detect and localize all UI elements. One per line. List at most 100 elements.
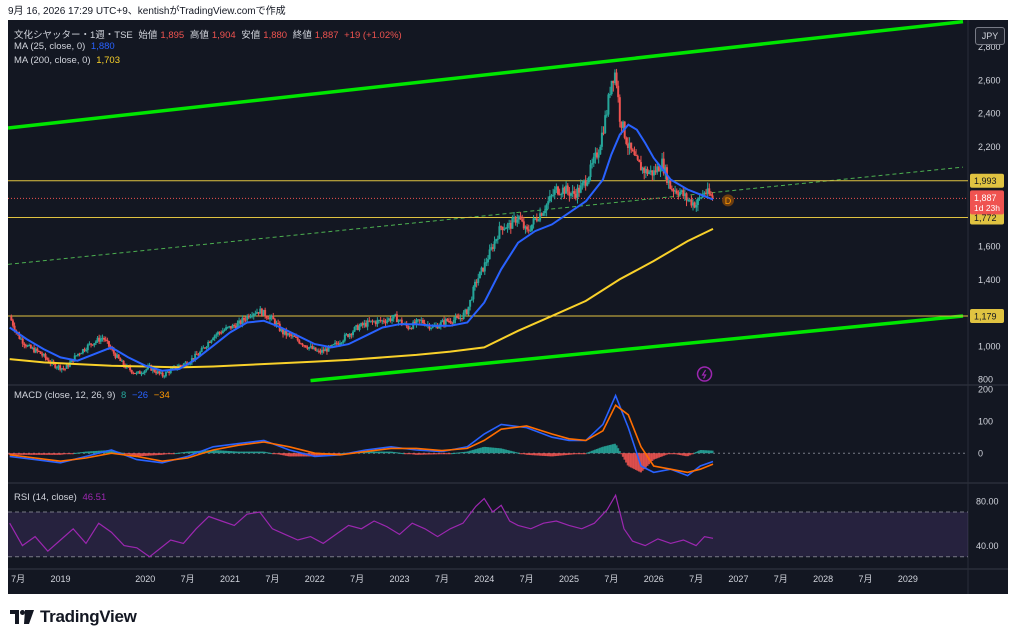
candle-body [597,154,600,158]
candle-body [391,318,394,321]
candle-body [579,185,582,193]
candle-body [675,190,678,194]
time-tick-label: 2028 [813,574,833,584]
tradingview-logo[interactable]: TradingView [10,607,137,627]
candle-body [142,373,145,375]
candle-body [493,241,496,249]
rsi-legend[interactable]: RSI (14, close) 46.51 [14,492,109,503]
price-tick-label: 800 [978,375,993,385]
candle-body [526,226,529,230]
candle-body [107,341,110,347]
candle-body [548,195,551,202]
candle-body [669,180,672,189]
candle-body [46,358,49,360]
candle-body [552,194,555,196]
macd-legend[interactable]: MACD (close, 12, 26, 9) 8 −26 −34 [14,390,173,401]
candle-body [93,343,96,346]
axis-layer: 8001,0001,4001,6002,2002,4002,6002,8001,… [11,42,1004,584]
candle-body [80,353,83,355]
rsi-tick-label: 40.00 [976,541,999,551]
time-tick-label: 7月 [265,574,279,584]
macd-histogram-bar [711,450,714,454]
macd-signal-value: −34 [153,390,170,401]
candle-body [212,338,215,341]
price-pane: D [8,20,968,383]
close-label: 終値 [292,30,312,41]
candle-body [161,372,164,377]
time-tick-label: 7月 [689,574,703,584]
candle-body [99,338,102,342]
candle-body [44,354,47,359]
candle-body [195,353,198,355]
price-tick-label: 2,400 [978,109,1001,119]
currency-button[interactable]: JPY [975,27,1005,45]
candle-body [618,97,621,122]
candle-body [615,72,618,86]
candle-body [143,370,146,374]
time-tick-label: 7月 [435,574,449,584]
rsi-value: 46.51 [82,492,107,503]
candle-body [467,306,470,315]
macd-tick-label: 200 [978,385,993,395]
candle-body [483,262,486,272]
macd-pane [8,393,968,477]
low-value: 1,880 [263,30,288,41]
time-tick-label: 2024 [474,574,494,584]
high-label: 高値 [189,30,209,41]
candle-body [164,372,167,377]
candle-body [537,220,540,222]
candle-body [638,159,641,163]
ma25-legend[interactable]: MA (25, close, 0) 1,880 [14,41,118,52]
ma25-line [9,123,714,372]
open-value: 1,895 [160,30,185,41]
candle-body [607,94,610,115]
candle-body [679,192,682,196]
candle-body [605,114,608,116]
candle-body [452,319,455,324]
candle-body [304,345,307,348]
candle-body [631,149,634,152]
candle-body [343,334,346,341]
chart-frame[interactable]: D 800 1,000 1,400 1,600 2,200 2,400 2,600 2,800… [8,20,1008,594]
candle-body [392,315,395,319]
ma200-label: MA (200, close, 0) [14,55,91,66]
candle-body [478,271,481,279]
candle-body [630,142,633,150]
bar-countdown-label: 1d 23h [974,203,1000,213]
candle-body [103,337,106,340]
candle-body [335,342,338,344]
trendline-dashed-trend [8,166,964,265]
price-tick-label: 1,400 [978,275,1001,285]
candle-body [566,185,569,192]
candle-body [129,366,132,371]
candle-body [75,355,78,357]
grid-layer [8,20,1008,594]
candle-body [264,309,267,317]
ma200-line [9,227,714,369]
candle-body [39,351,42,354]
candle-body [625,137,628,144]
candle-body [421,319,424,324]
candle-body [223,329,226,331]
rsi-label: RSI (14, close) [14,492,77,503]
candle-body [36,348,39,351]
candle-body [545,204,548,211]
chart-canvas[interactable]: D 8001,0001,4001,6002,2002,4002,6002,800… [8,20,1008,594]
candle-body [446,318,449,321]
rsi-band-background [8,512,968,557]
candle-body [351,331,354,336]
candle-body [130,370,133,373]
candle-body [506,224,509,229]
candle-body [340,342,343,344]
candle-body [54,363,57,368]
candle-body [589,164,592,178]
time-tick-label: 7月 [181,574,195,584]
lightning-glyph [701,369,707,379]
candle-body [477,278,480,283]
time-tick-label: 7月 [774,574,788,584]
candle-body [556,186,559,195]
candle-body [570,193,573,196]
candle-body [511,217,514,229]
candle-body [254,313,257,315]
ma200-legend[interactable]: MA (200, close, 0) 1,703 [14,55,123,66]
